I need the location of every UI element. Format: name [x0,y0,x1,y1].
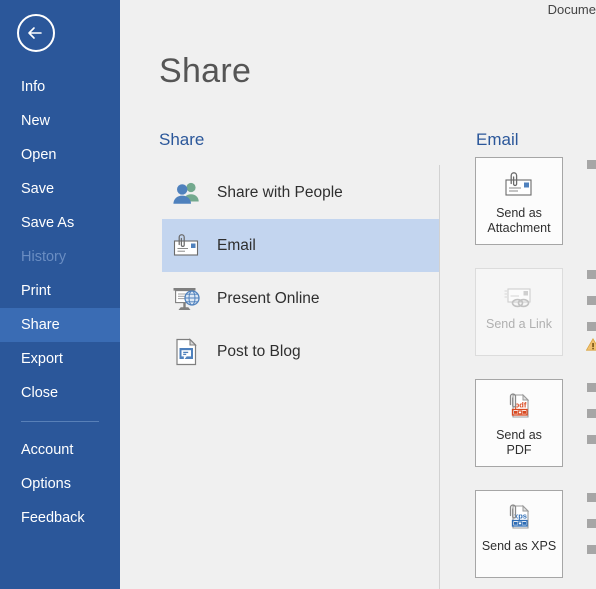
sidebar-item-label: History [21,249,67,265]
backstage-main: Docume Share Share Share with People Ema… [120,0,596,589]
sidebar-item-label: New [21,113,51,129]
email-attachment-icon [502,170,536,200]
share-option-present-online[interactable]: Present Online [162,272,439,325]
sidebar-divider [0,410,120,433]
sidebar-item-print[interactable]: Print [0,274,120,308]
sidebar-item-label: Save As [21,215,75,231]
send-as-xps-label: Send as XPS [481,539,557,553]
sidebar-item-save[interactable]: Save [0,172,120,206]
share-option-email[interactable]: Email [162,219,439,272]
email-section-heading: Email [476,130,519,149]
share-options-list: Share with People Email Present Online P… [162,166,439,378]
sidebar-item-account[interactable]: Account [0,433,120,467]
description-bullet [587,519,596,528]
send-as-xps-button[interactable]: xps Send as XPS [475,490,563,578]
description-bullet [587,160,596,169]
sidebar-item-label: Info [21,79,46,95]
send-a-link-label: Send a Link [485,317,553,331]
description-bullet [587,322,596,331]
sidebar-item-label: Account [21,442,74,458]
description-bullet [587,409,596,418]
label-line-1: Send as [496,206,542,220]
column-divider [439,165,440,589]
sidebar-item-label: Print [21,283,51,299]
share-option-label: Email [217,236,256,254]
label-line-1: Send as [496,428,542,442]
share-option-post-to-blog[interactable]: Post to Blog [162,325,439,378]
sidebar-item-feedback[interactable]: Feedback [0,501,120,535]
sidebar-item-label: Feedback [21,510,85,526]
post-to-blog-icon [170,336,202,368]
description-bullet [587,545,596,554]
sidebar-item-label: Save [21,181,55,197]
svg-text:pdf: pdf [515,401,527,410]
description-bullet [587,493,596,502]
share-section-heading: Share [159,130,205,149]
backstage-sidebar: Info New Open Save Save As History Print… [0,0,120,589]
sidebar-item-label: Share [21,317,60,333]
sidebar-item-label: Export [21,351,63,367]
present-online-icon [170,283,202,315]
sidebar-item-info[interactable]: Info [0,70,120,104]
warning-triangle-icon [585,338,596,351]
label-line-2: PDF [506,443,532,457]
send-a-link-button: Send a Link [475,268,563,356]
people-icon [170,177,202,209]
description-bullet [587,270,596,279]
share-option-share-with-people[interactable]: Share with People [162,166,439,219]
send-as-pdf-label: Send as PDF [479,428,559,458]
email-actions-column: Email Send as Attachment Send a Link pdf… [460,0,596,589]
email-link-icon [502,281,536,311]
label-line-2: Attachment [487,221,551,235]
description-bullet [587,435,596,444]
sidebar-item-label: Close [21,385,59,401]
xps-attachment-icon: xps [502,503,536,533]
back-arrow-icon [28,27,42,39]
sidebar-item-options[interactable]: Options [0,467,120,501]
send-as-pdf-button[interactable]: pdf Send as PDF [475,379,563,467]
back-button[interactable] [17,14,55,52]
sidebar-item-new[interactable]: New [0,104,120,138]
share-options-column: Share Share with People Email Present On… [120,0,440,589]
sidebar-item-open[interactable]: Open [0,138,120,172]
description-bullet [587,383,596,392]
sidebar-item-save-as[interactable]: Save As [0,206,120,240]
sidebar-item-label: Options [21,476,71,492]
sidebar-item-history: History [0,240,120,274]
share-option-label: Share with People [217,183,343,201]
backstage-share-view: Info New Open Save Save As History Print… [0,0,596,589]
email-attachment-icon [170,230,202,262]
pdf-attachment-icon: pdf [502,392,536,422]
sidebar-item-close[interactable]: Close [0,376,120,410]
sidebar-item-label: Open [21,147,57,163]
share-option-label: Present Online [217,289,320,307]
description-bullet [587,296,596,305]
share-option-label: Post to Blog [217,342,301,360]
sidebar-item-share[interactable]: Share [0,308,120,342]
sidebar-item-export[interactable]: Export [0,342,120,376]
send-as-attachment-label: Send as Attachment [479,206,559,236]
send-as-attachment-button[interactable]: Send as Attachment [475,157,563,245]
sidebar-nav-list: Info New Open Save Save As History Print… [0,70,120,535]
